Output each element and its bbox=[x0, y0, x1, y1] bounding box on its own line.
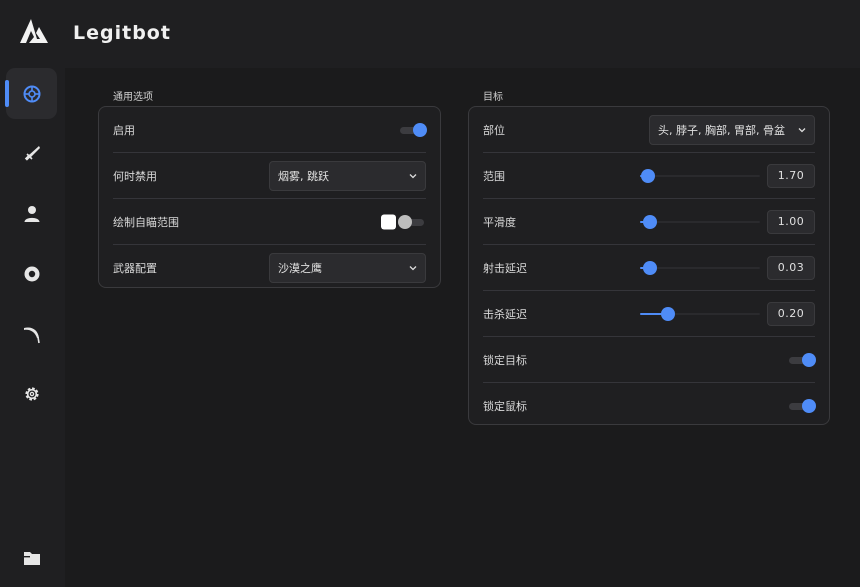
kill-delay-label: 击杀延迟 bbox=[483, 307, 527, 321]
shot-delay-slider[interactable] bbox=[640, 260, 760, 275]
folder-icon bbox=[23, 551, 40, 565]
weapon-config-select[interactable]: 沙漠之鹰 bbox=[269, 253, 426, 283]
main-content: 通用选项 启用 何时禁用 烟雾, 跳跃 绘制自瞄范围 武器配置 沙漠之鹰 目标 … bbox=[65, 68, 860, 587]
smooth-slider[interactable] bbox=[640, 214, 760, 229]
lock-mouse-toggle[interactable] bbox=[789, 399, 816, 413]
disable-when-row: 何时禁用 烟雾, 跳跃 bbox=[113, 153, 426, 199]
weapon-config-value: 沙漠之鹰 bbox=[278, 262, 322, 275]
chevron-down-icon bbox=[409, 173, 417, 178]
slider-handle[interactable] bbox=[643, 214, 657, 229]
fov-row: 范围 1.70 bbox=[483, 153, 815, 199]
disable-when-select[interactable]: 烟雾, 跳跃 bbox=[269, 160, 426, 191]
sidebar-item-misc[interactable] bbox=[6, 308, 57, 359]
lock-target-toggle[interactable] bbox=[789, 352, 816, 367]
disable-when-value: 烟雾, 跳跃 bbox=[278, 169, 329, 183]
sidebar bbox=[0, 68, 65, 587]
fov-label: 范围 bbox=[483, 169, 505, 183]
sidebar-item-visuals[interactable] bbox=[6, 248, 57, 299]
disable-when-label: 何时禁用 bbox=[113, 169, 157, 183]
hitbox-label: 部位 bbox=[483, 123, 505, 137]
sidebar-item-player[interactable] bbox=[6, 188, 57, 239]
target-icon bbox=[23, 85, 40, 102]
eye-icon bbox=[24, 266, 39, 281]
kill-delay-row: 击杀延迟 0.20 bbox=[483, 291, 815, 337]
draw-fov-label: 绘制自瞄范围 bbox=[113, 215, 179, 229]
slider-handle[interactable] bbox=[641, 168, 655, 183]
smooth-value[interactable]: 1.00 bbox=[767, 209, 815, 234]
enable-toggle[interactable] bbox=[400, 122, 427, 137]
draw-fov-row: 绘制自瞄范围 bbox=[113, 199, 426, 245]
hitbox-value: 头, 脖子, 胸部, 胃部, 骨盆 bbox=[658, 123, 785, 137]
shot-delay-row: 射击延迟 0.03 bbox=[483, 245, 815, 291]
chevron-down-icon bbox=[798, 127, 806, 132]
smooth-label: 平滑度 bbox=[483, 215, 516, 229]
enable-row: 启用 bbox=[113, 107, 427, 153]
lock-target-label: 锁定目标 bbox=[483, 353, 527, 367]
sidebar-item-configs[interactable] bbox=[6, 532, 57, 583]
lock-mouse-label: 锁定鼠标 bbox=[483, 400, 527, 413]
target-section-title: 目标 bbox=[483, 92, 503, 103]
lock-mouse-row: 锁定鼠标 bbox=[483, 383, 816, 429]
active-indicator bbox=[5, 80, 9, 107]
weapon-config-label: 武器配置 bbox=[113, 262, 157, 275]
weapon-config-row: 武器配置 沙漠之鹰 bbox=[113, 245, 426, 291]
general-section-title: 通用选项 bbox=[113, 92, 153, 103]
enable-label: 启用 bbox=[113, 123, 135, 137]
smooth-row: 平滑度 1.00 bbox=[483, 199, 815, 245]
title-bar: Legitbot bbox=[0, 0, 860, 68]
slider-handle[interactable] bbox=[643, 260, 657, 275]
general-panel: 启用 何时禁用 烟雾, 跳跃 绘制自瞄范围 武器配置 沙漠之鹰 bbox=[98, 106, 441, 288]
chevron-down-icon bbox=[409, 266, 417, 271]
lock-target-row: 锁定目标 bbox=[483, 337, 816, 383]
slider-handle[interactable] bbox=[661, 306, 675, 321]
draw-fov-toggle[interactable] bbox=[398, 214, 426, 229]
kill-delay-value[interactable]: 0.20 bbox=[767, 301, 815, 326]
sidebar-item-legitbot[interactable] bbox=[5, 68, 57, 119]
app-title: Legitbot bbox=[73, 22, 171, 44]
hitbox-row: 部位 头, 脖子, 胸部, 胃部, 骨盆 bbox=[483, 107, 815, 153]
target-panel: 部位 头, 脖子, 胸部, 胃部, 骨盆 范围 1.70 平滑度 1.00 射击… bbox=[468, 106, 830, 425]
scythe-icon bbox=[23, 326, 40, 343]
kill-delay-slider[interactable] bbox=[640, 306, 760, 321]
triangle-logo-icon bbox=[20, 19, 48, 43]
user-icon bbox=[24, 205, 39, 222]
sidebar-item-settings[interactable] bbox=[6, 368, 57, 419]
gear-icon bbox=[24, 386, 39, 401]
draw-fov-color-swatch[interactable] bbox=[381, 214, 396, 229]
sidebar-item-knife[interactable] bbox=[6, 128, 57, 179]
knife-icon bbox=[24, 145, 40, 161]
shot-delay-label: 射击延迟 bbox=[483, 261, 527, 275]
shot-delay-value[interactable]: 0.03 bbox=[767, 255, 815, 280]
fov-slider[interactable] bbox=[640, 168, 760, 183]
hitbox-select[interactable]: 头, 脖子, 胸部, 胃部, 骨盆 bbox=[649, 114, 815, 145]
fov-value[interactable]: 1.70 bbox=[767, 163, 815, 188]
